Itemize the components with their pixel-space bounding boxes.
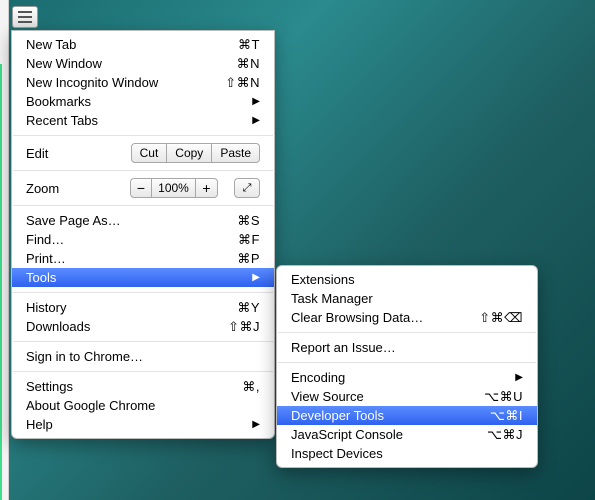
- menu-item-about[interactable]: About Google Chrome: [12, 396, 274, 415]
- zoom-out-button[interactable]: −: [130, 178, 152, 198]
- menu-label: Sign in to Chrome…: [26, 349, 260, 364]
- menu-row-zoom: Zoom − 100% + ⤢: [12, 176, 274, 200]
- submenu-item-view-source[interactable]: View Source ⌥⌘U: [277, 387, 537, 406]
- menu-item-print[interactable]: Print… ⌘P: [12, 249, 274, 268]
- submenu-arrow-icon: ▶: [252, 272, 260, 283]
- button-label: Copy: [175, 146, 203, 160]
- submenu-item-clear-browsing-data[interactable]: Clear Browsing Data… ⇧⌘⌫: [277, 308, 537, 327]
- menu-separator: [278, 332, 536, 333]
- menu-label: Print…: [26, 251, 237, 266]
- menu-label: Extensions: [291, 272, 523, 287]
- menu-label: Zoom: [26, 181, 122, 196]
- zoom-value: 100%: [158, 181, 189, 195]
- submenu-item-task-manager[interactable]: Task Manager: [277, 289, 537, 308]
- menu-item-new-window[interactable]: New Window ⌘N: [12, 54, 274, 73]
- menu-label: Encoding: [291, 370, 509, 385]
- menu-label: Recent Tabs: [26, 113, 246, 128]
- cut-button[interactable]: Cut: [131, 143, 168, 163]
- menu-label: Task Manager: [291, 291, 523, 306]
- menu-separator: [13, 135, 273, 136]
- zoom-level[interactable]: 100%: [152, 178, 196, 198]
- menu-label: Tools: [26, 270, 246, 285]
- button-label: Cut: [140, 146, 159, 160]
- shortcut: ⌥⌘U: [484, 389, 523, 405]
- menu-item-history[interactable]: History ⌘Y: [12, 298, 274, 317]
- shortcut: ⌘P: [237, 251, 260, 267]
- submenu-arrow-icon: ▶: [252, 115, 260, 126]
- menu-item-recent-tabs[interactable]: Recent Tabs ▶: [12, 111, 274, 130]
- zoom-in-button[interactable]: +: [196, 178, 218, 198]
- menu-item-downloads[interactable]: Downloads ⇧⌘J: [12, 317, 274, 336]
- menu-row-edit: Edit Cut Copy Paste: [12, 141, 274, 165]
- menu-separator: [13, 292, 273, 293]
- menu-label: Find…: [26, 232, 238, 247]
- browser-left-edge: [0, 0, 9, 500]
- submenu-item-extensions[interactable]: Extensions: [277, 270, 537, 289]
- shortcut: ⌘Y: [237, 300, 260, 316]
- menu-item-signin[interactable]: Sign in to Chrome…: [12, 347, 274, 366]
- copy-button[interactable]: Copy: [167, 143, 212, 163]
- menu-label: Save Page As…: [26, 213, 237, 228]
- shortcut: ⌥⌘J: [487, 427, 523, 443]
- menu-item-bookmarks[interactable]: Bookmarks ▶: [12, 92, 274, 111]
- edit-button-group: Cut Copy Paste: [131, 143, 260, 163]
- submenu-arrow-icon: ▶: [252, 419, 260, 430]
- menu-separator: [13, 371, 273, 372]
- menu-label: Report an Issue…: [291, 340, 523, 355]
- paste-button[interactable]: Paste: [212, 143, 260, 163]
- menu-label: Bookmarks: [26, 94, 246, 109]
- menu-separator: [13, 205, 273, 206]
- shortcut: ⇧⌘J: [228, 319, 260, 335]
- menu-item-tools[interactable]: Tools ▶: [12, 268, 274, 287]
- submenu-item-javascript-console[interactable]: JavaScript Console ⌥⌘J: [277, 425, 537, 444]
- submenu-arrow-icon: ▶: [515, 372, 523, 383]
- shortcut: ⌘S: [237, 213, 260, 229]
- submenu-arrow-icon: ▶: [252, 96, 260, 107]
- shortcut: ⌘T: [238, 37, 260, 53]
- menu-label: Developer Tools: [291, 408, 490, 423]
- submenu-item-developer-tools[interactable]: Developer Tools ⌥⌘I: [277, 406, 537, 425]
- menu-label: View Source: [291, 389, 484, 404]
- tools-submenu: Extensions Task Manager Clear Browsing D…: [276, 265, 538, 468]
- menu-label: New Incognito Window: [26, 75, 225, 90]
- menu-item-new-tab[interactable]: New Tab ⌘T: [12, 35, 274, 54]
- shortcut: ⇧⌘⌫: [479, 310, 523, 326]
- menu-label: New Window: [26, 56, 237, 71]
- menu-label: Inspect Devices: [291, 446, 523, 461]
- menu-label: JavaScript Console: [291, 427, 487, 442]
- fullscreen-icon: ⤢: [243, 182, 252, 195]
- hamburger-menu-button[interactable]: [12, 6, 38, 28]
- menu-item-new-incognito[interactable]: New Incognito Window ⇧⌘N: [12, 73, 274, 92]
- menu-label: Settings: [26, 379, 242, 394]
- menu-separator: [13, 170, 273, 171]
- menu-label: Clear Browsing Data…: [291, 310, 479, 325]
- fullscreen-button[interactable]: ⤢: [234, 178, 260, 198]
- submenu-item-report-issue[interactable]: Report an Issue…: [277, 338, 537, 357]
- menu-label: History: [26, 300, 237, 315]
- menu-item-save-page[interactable]: Save Page As… ⌘S: [12, 211, 274, 230]
- shortcut: ⌘F: [238, 232, 260, 248]
- shortcut: ⌘,: [242, 379, 260, 395]
- shortcut: ⇧⌘N: [225, 75, 260, 91]
- main-menu: New Tab ⌘T New Window ⌘N New Incognito W…: [11, 30, 275, 439]
- submenu-item-encoding[interactable]: Encoding ▶: [277, 368, 537, 387]
- menu-label: About Google Chrome: [26, 398, 260, 413]
- menu-label: Help: [26, 417, 246, 432]
- submenu-item-inspect-devices[interactable]: Inspect Devices: [277, 444, 537, 463]
- menu-separator: [13, 341, 273, 342]
- menu-item-settings[interactable]: Settings ⌘,: [12, 377, 274, 396]
- menu-label: New Tab: [26, 37, 238, 52]
- menu-label: Downloads: [26, 319, 228, 334]
- plus-icon: +: [202, 180, 210, 196]
- zoom-button-group: − 100% +: [130, 178, 218, 198]
- menu-label: Edit: [26, 146, 123, 161]
- minus-icon: −: [137, 180, 145, 196]
- shortcut: ⌥⌘I: [490, 408, 523, 424]
- menu-item-find[interactable]: Find… ⌘F: [12, 230, 274, 249]
- button-label: Paste: [220, 146, 251, 160]
- menu-separator: [278, 362, 536, 363]
- shortcut: ⌘N: [237, 56, 260, 72]
- menu-item-help[interactable]: Help ▶: [12, 415, 274, 434]
